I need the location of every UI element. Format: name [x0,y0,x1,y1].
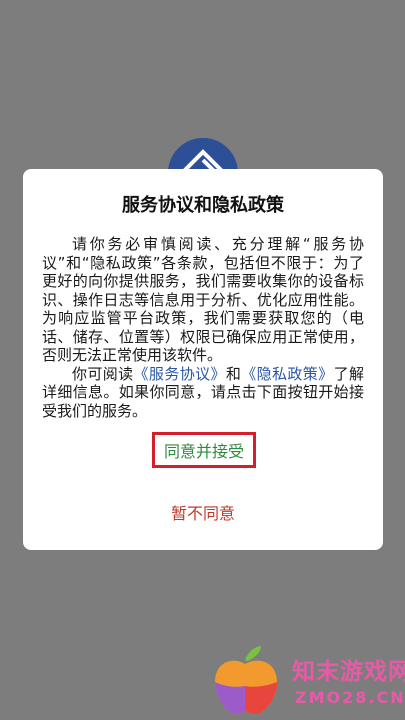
watermark-site-name: 知末游戏网 [292,659,405,685]
agree-button-label: 同意并接受 [163,442,244,461]
agree-button[interactable]: 同意并接受 [152,432,256,468]
watermark-domain: ZMO28.CN [295,688,405,707]
links-paragraph: 你可阅读《服务协议》和《隐私政策》了解详细信息。如果你同意，请点击下面按钮开始接… [42,365,364,421]
privacy-dialog: 服务协议和隐私政策 请你务必审慎阅读、充分理解“服务协议”和“隐私政策”各条款，… [23,169,383,550]
dialog-title: 服务协议和隐私政策 [122,195,284,216]
disagree-button[interactable]: 暂不同意 [143,501,263,527]
links-paragraph-and: 和 [225,364,242,383]
service-agreement-link[interactable]: 《服务协议》 [134,365,226,383]
links-paragraph-prefix: 你可阅读 [72,364,134,383]
watermark: 知末游戏网 ZMO28.CN [205,640,405,720]
apple-logo-icon [215,646,277,715]
dialog-body: 请你务必审慎阅读、充分理解“服务协议”和“隐私政策”各条款，包括但不限于：为了更… [42,235,364,420]
terms-paragraph: 请你务必审慎阅读、充分理解“服务协议”和“隐私政策”各条款，包括但不限于：为了更… [42,235,364,364]
screen-background: 服务协议和隐私政策 请你务必审慎阅读、充分理解“服务协议”和“隐私政策”各条款，… [0,0,405,720]
privacy-policy-link[interactable]: 《隐私政策》 [241,365,333,383]
